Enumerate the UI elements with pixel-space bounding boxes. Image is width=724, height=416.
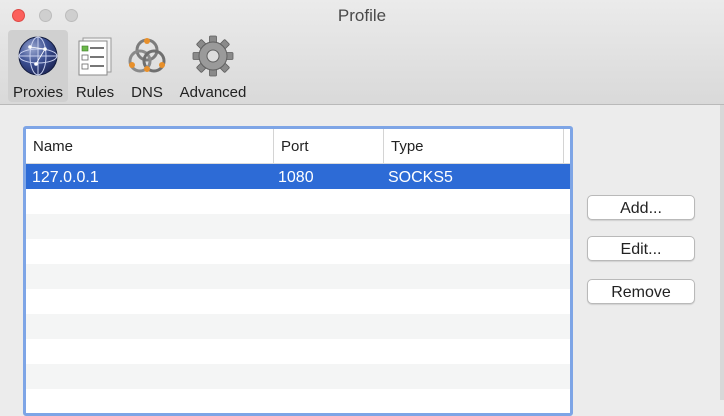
cell-name: 127.0.0.1 <box>32 169 99 186</box>
gear-icon <box>192 35 234 77</box>
empty-row <box>26 189 570 214</box>
toolbar-item-rules[interactable]: Rules <box>70 30 120 102</box>
toolbar-item-label: Proxies <box>12 84 64 101</box>
window-title: Profile <box>337 6 387 25</box>
toolbar-item-proxies[interactable]: Proxies <box>8 30 68 102</box>
empty-row <box>26 339 570 364</box>
empty-row <box>26 389 570 413</box>
empty-row <box>26 289 570 314</box>
cell-port: 1080 <box>278 169 314 186</box>
toolbar-item-label: Advanced <box>179 84 247 101</box>
empty-row <box>26 264 570 289</box>
cell-type: SOCKS5 <box>388 169 453 186</box>
empty-row <box>26 239 570 264</box>
column-header-type[interactable]: Type <box>383 129 563 163</box>
profile-window: Profile Proxies Rules DNS Advanced Name … <box>0 0 724 416</box>
title-bar: Profile Proxies Rules DNS Advanced <box>0 0 724 105</box>
column-header-spacer <box>563 129 570 163</box>
empty-row <box>26 314 570 339</box>
table-row[interactable]: 127.0.0.1 1080 SOCKS5 <box>26 164 570 189</box>
empty-row <box>26 214 570 239</box>
toolbar-item-advanced[interactable]: Advanced <box>176 30 250 102</box>
table-body: 127.0.0.1 1080 SOCKS5 <box>26 164 570 413</box>
rules-checklist-icon <box>78 37 112 76</box>
empty-row <box>26 364 570 389</box>
toolbar-item-label: DNS <box>131 84 163 101</box>
edit-proxy-button[interactable]: Edit... <box>587 236 695 261</box>
globe-icon <box>18 36 58 76</box>
window-edge <box>720 105 724 400</box>
toolbar-item-label: Rules <box>75 84 115 101</box>
column-header-name[interactable]: Name <box>26 129 273 163</box>
proxies-table[interactable]: Name Port Type 127.0.0.1 1080 SOCKS5 <box>23 126 573 416</box>
add-proxy-button[interactable]: Add... <box>587 195 695 220</box>
remove-proxy-button[interactable]: Remove <box>587 279 695 304</box>
toolbar-item-dns[interactable]: DNS <box>124 30 170 102</box>
column-header-port[interactable]: Port <box>273 129 383 163</box>
table-header: Name Port Type <box>26 129 570 164</box>
dns-network-icon <box>128 38 166 73</box>
